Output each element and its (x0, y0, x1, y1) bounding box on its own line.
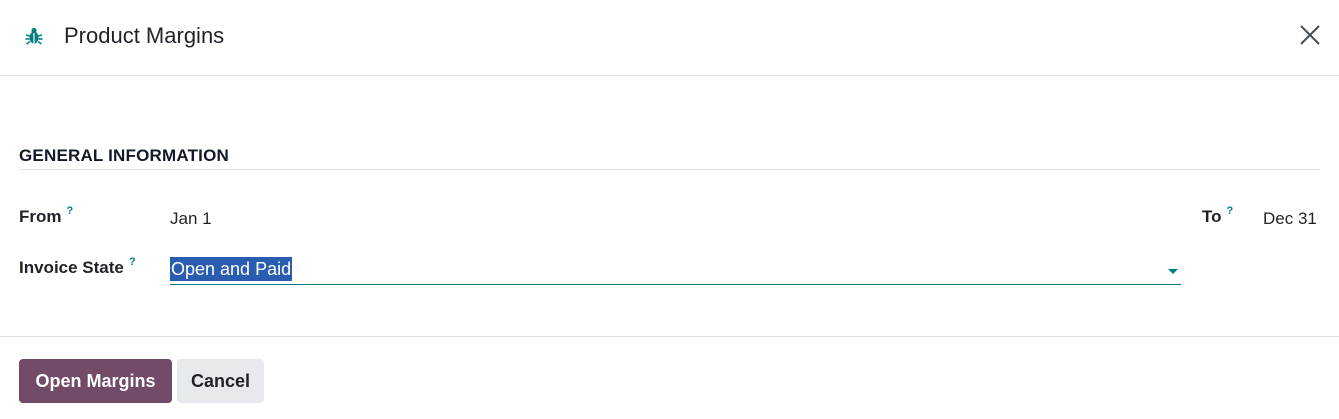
from-label-text: From (19, 207, 62, 226)
footer-divider (0, 336, 1339, 337)
close-icon[interactable] (1297, 22, 1323, 48)
invoice-state-label-text: Invoice State (19, 258, 124, 277)
dialog-header: Product Margins (0, 0, 1339, 76)
to-date-field[interactable]: Dec 31 (1263, 209, 1317, 229)
to-label: To? (1202, 205, 1234, 227)
chevron-down-icon[interactable] (1168, 269, 1178, 274)
invoice-state-selected-value: Open and Paid (170, 257, 293, 281)
dialog-title: Product Margins (64, 23, 225, 48)
invoice-state-select[interactable]: Open and Paid (170, 256, 1181, 285)
product-margins-dialog: Product Margins GENERAL INFORMATION From… (0, 0, 1339, 419)
section-title: GENERAL INFORMATION (19, 146, 229, 165)
bug-icon[interactable] (24, 26, 44, 46)
from-help-icon[interactable]: ? (67, 205, 74, 217)
to-help-icon[interactable]: ? (1227, 205, 1234, 217)
open-margins-button[interactable]: Open Margins (19, 359, 172, 403)
invoice-state-label: Invoice State? (19, 256, 136, 278)
invoice-state-help-icon[interactable]: ? (129, 256, 136, 268)
cancel-button[interactable]: Cancel (177, 359, 264, 403)
to-label-text: To (1202, 207, 1222, 226)
from-label: From? (19, 205, 74, 227)
section-divider (19, 169, 1320, 170)
from-date-field[interactable]: Jan 1 (170, 209, 212, 229)
